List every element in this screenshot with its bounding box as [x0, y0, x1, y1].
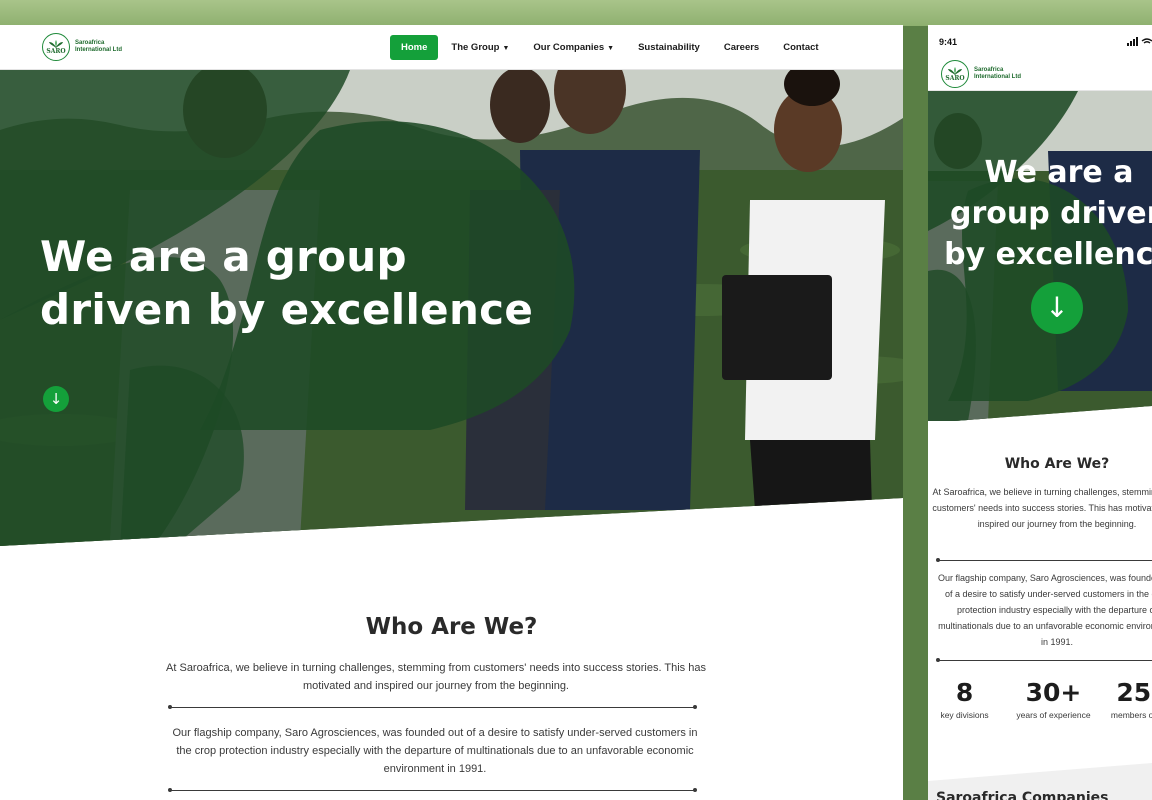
logo-emblem: SARO [941, 60, 969, 88]
mobile-scroll-down-button[interactable]: ↓ [1031, 282, 1083, 334]
stats-row: 8 key divisions 30+ years of experience … [928, 676, 1152, 720]
nav-item-our-companies[interactable]: Our Companies ▼ [533, 42, 614, 53]
arrow-down-icon: ↓ [49, 390, 63, 408]
mobile-mockup: 9:41 SARO Saroafrica International Ltd W… [928, 25, 1152, 800]
stat-label: members of staff [1110, 710, 1152, 720]
section-divider [168, 788, 697, 792]
about-section-title: Who Are We? [365, 614, 538, 640]
logo-mark-text: SARO [945, 75, 965, 82]
brand-name-line2: International Ltd [974, 74, 1021, 80]
mobile-next-section-title: Saroafrica Companies [936, 790, 1109, 800]
nav-item-contact[interactable]: Contact [783, 42, 818, 53]
nav-item-label: Our Companies [533, 42, 605, 53]
desktop-mockup: SARO Saroafrica International Ltd Home T… [0, 25, 903, 800]
mobile-header-divider [928, 90, 1152, 91]
stat-key-divisions: 8 key divisions [928, 676, 1001, 720]
nav-item-label: Contact [783, 42, 819, 53]
main-menu: Home The Group ▼ Our Companies ▼ Sustainab… [390, 35, 843, 60]
nav-item-home[interactable]: Home [390, 35, 439, 60]
logo-mark-text: SARO [46, 48, 66, 55]
logo-emblem: SARO [42, 33, 70, 61]
scroll-down-button[interactable]: ↓ [43, 386, 69, 412]
hero-title: We are a group driven by excellence [40, 230, 533, 336]
caret-down-icon: ▼ [607, 45, 615, 52]
mobile-about-paragraph-1: At Saroafrica, we believe in turning cha… [932, 487, 1152, 529]
nav-item-label: Home [401, 42, 428, 53]
nav-item-the-group[interactable]: The Group ▼ [451, 42, 509, 53]
hero-banner: We are a group driven by excellence ↓ [0, 70, 903, 546]
logo-wordmark: Saroafrica International Ltd [75, 40, 135, 54]
status-bar-time: 9:41 [939, 37, 958, 47]
stat-members-of-staff: 250 members of staff [1106, 676, 1152, 720]
mobile-site-logo[interactable]: SARO Saroafrica International Ltd [941, 60, 1034, 88]
desktop-navbar: SARO Saroafrica International Ltd Home T… [0, 25, 903, 70]
about-paragraph-1: At Saroafrica, we believe in turning cha… [166, 662, 706, 692]
section-divider [936, 658, 1152, 662]
brand-name-line1: Saroafrica [75, 40, 105, 47]
mobile-hero-title: We are a group driven by excellence [944, 152, 1152, 275]
mobile-hero-title-line1: We are a [984, 155, 1134, 190]
nav-item-label: The Group [451, 42, 500, 53]
hero-title-line2: driven by excellence [40, 285, 534, 334]
nav-item-label: Careers [723, 42, 760, 53]
about-paragraph-2: Our flagship company, Saro Agrosciences,… [172, 727, 698, 775]
hero-title-line1: We are a group [40, 232, 407, 281]
mobile-hero-title-line3: by excellence [944, 237, 1152, 272]
brand-name-line2: International Ltd [75, 47, 122, 53]
caret-down-icon: ▼ [502, 45, 510, 52]
brand-name-line1: Saroafrica [974, 67, 1004, 74]
arrow-down-icon: ↓ [1045, 291, 1069, 324]
section-divider [168, 705, 697, 709]
stat-label: years of experience [1016, 710, 1091, 720]
nav-item-careers[interactable]: Careers [724, 42, 759, 53]
nav-item-label: Sustainability [638, 42, 700, 53]
stat-value: 30+ [1025, 678, 1082, 707]
mobile-hero-title-line2: group driven [950, 196, 1152, 231]
stat-label: key divisions [940, 710, 989, 720]
mobile-about-paragraph-2: Our flagship company, Saro Agrosciences,… [938, 573, 1152, 647]
signal-wifi-icon [1127, 37, 1152, 46]
nav-item-sustainability[interactable]: Sustainability [638, 42, 700, 53]
logo-wordmark: Saroafrica International Ltd [974, 67, 1034, 81]
stat-value: 250 [1116, 678, 1152, 707]
site-logo[interactable]: SARO Saroafrica International Ltd [42, 33, 135, 61]
section-divider [936, 558, 1152, 562]
mobile-about-title: Who Are We? [1004, 456, 1110, 472]
stat-value: 8 [955, 678, 974, 707]
stat-years-experience: 30+ years of experience [1010, 676, 1097, 720]
background-top-strip [0, 0, 1152, 26]
